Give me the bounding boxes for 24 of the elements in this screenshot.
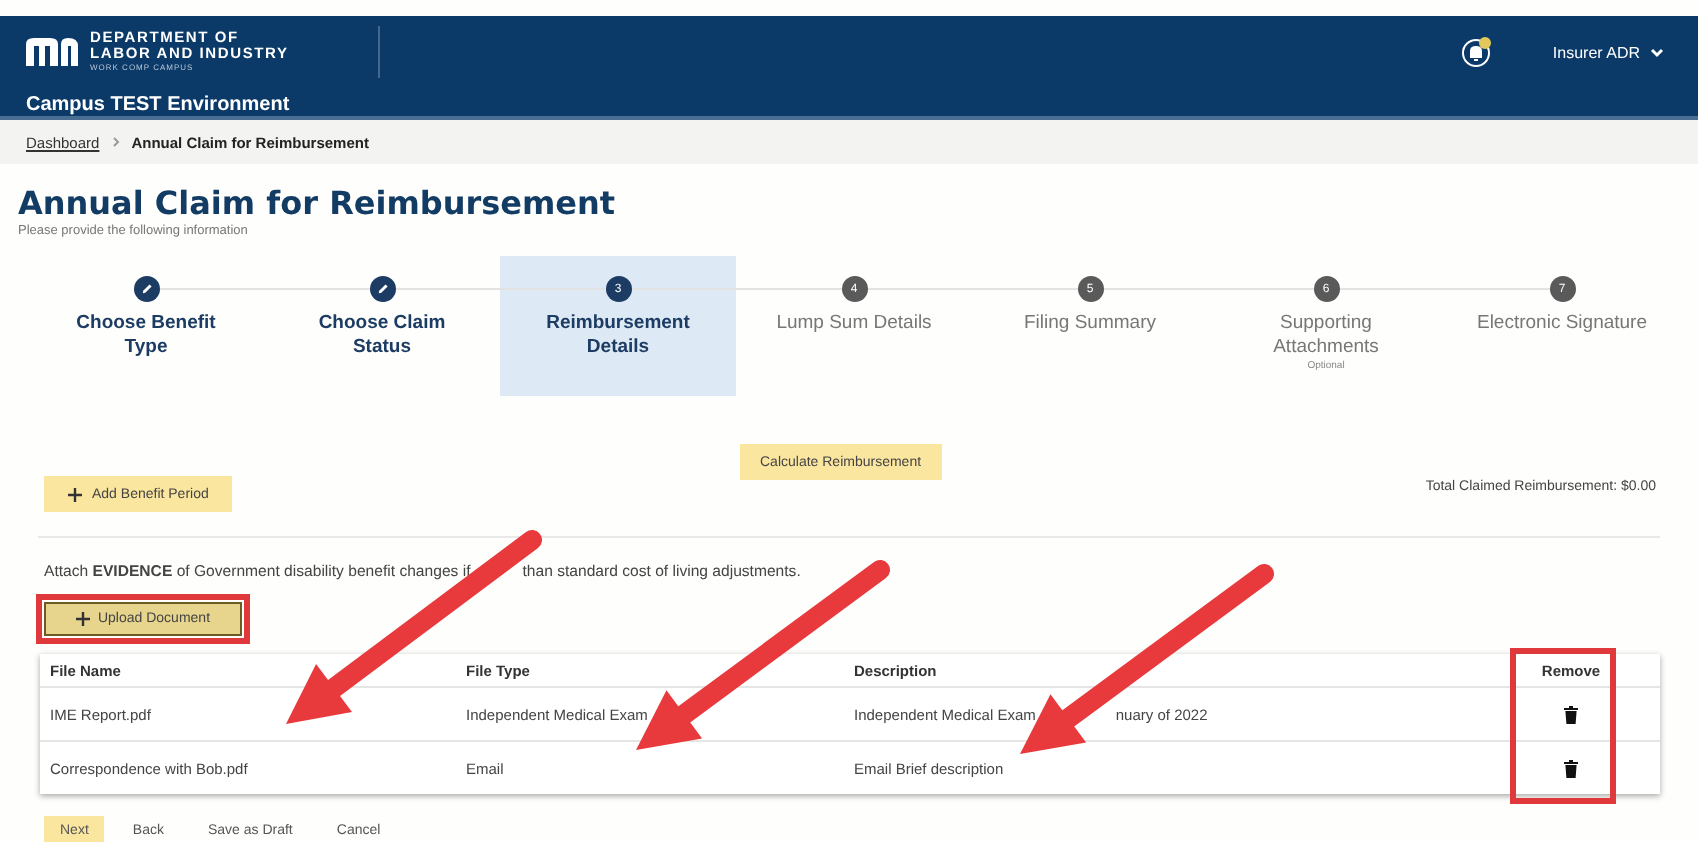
step[interactable]: Choose Claim Status	[264, 256, 500, 396]
chevron-down-icon	[1650, 47, 1664, 57]
page-title: Annual Claim for Reimbursement	[18, 184, 618, 224]
chevron-right-icon	[111, 136, 120, 148]
step-label: Electronic Signature	[1474, 312, 1650, 336]
delete-button[interactable]	[1564, 759, 1578, 777]
step[interactable]: Choose Benefit Type	[28, 256, 264, 396]
step-label: Choose Benefit Type	[74, 312, 218, 360]
user-menu[interactable]: Insurer ADR	[1552, 43, 1664, 61]
step-label: Supporting Attachments	[1271, 312, 1381, 360]
trash-icon	[1564, 759, 1578, 777]
plus-icon	[75, 612, 90, 626]
pencil-icon	[375, 282, 389, 296]
pencil-icon	[139, 282, 153, 296]
step-label: Lump Sum Details	[774, 312, 934, 336]
plus-icon	[68, 487, 82, 501]
environment-label: Campus TEST Environment	[26, 94, 292, 116]
step-label: Reimbursement Details	[544, 312, 692, 360]
logo-icon	[26, 38, 78, 66]
step-label: Filing Summary	[1022, 312, 1158, 336]
bell-icon[interactable]	[1460, 36, 1493, 68]
delete-button[interactable]	[1564, 705, 1578, 723]
step-label: Choose Claim Status	[316, 312, 448, 360]
trash-icon	[1564, 705, 1578, 723]
